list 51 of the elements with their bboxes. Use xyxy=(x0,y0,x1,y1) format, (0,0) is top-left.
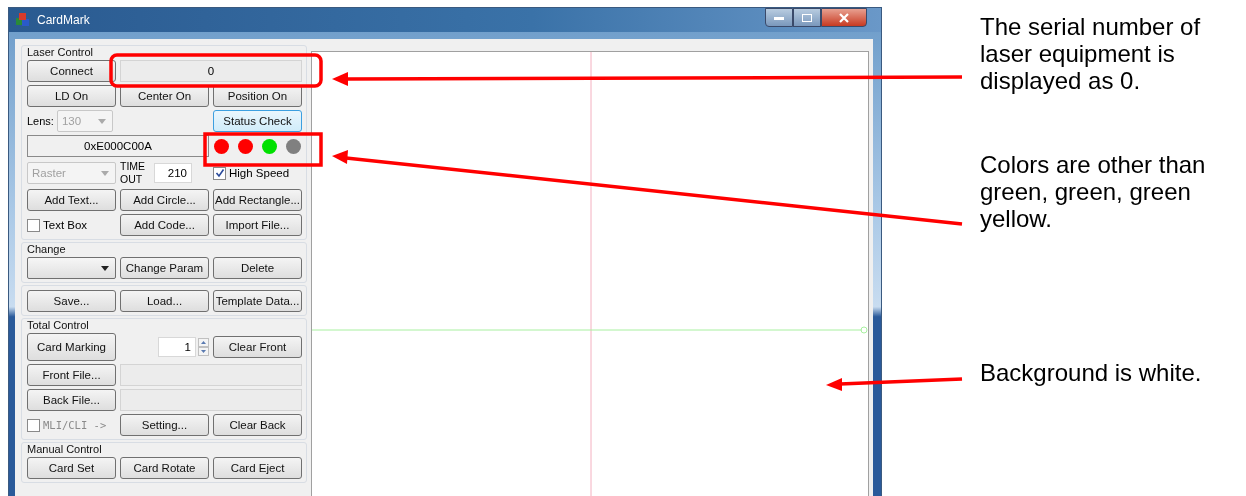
add-button[interactable]: Add Rectangle... xyxy=(213,189,302,211)
file-button[interactable]: Template Data... xyxy=(213,290,302,312)
setting-button[interactable]: Setting... xyxy=(120,414,209,436)
object-dropdown[interactable] xyxy=(27,257,116,279)
text-box-checkbox[interactable]: Text Box xyxy=(27,218,116,232)
maximize-button[interactable] xyxy=(793,8,821,27)
add-button[interactable]: Add Text... xyxy=(27,189,116,211)
close-button[interactable] xyxy=(821,8,867,27)
group-title: Change xyxy=(26,243,67,255)
lens-label: Lens: xyxy=(27,115,54,127)
connect-button[interactable]: Connect xyxy=(27,60,116,82)
serial-number-field: 0 xyxy=(120,60,302,82)
caret-icon xyxy=(101,265,109,271)
clear-back-button[interactable]: Clear Back xyxy=(213,414,302,436)
close-icon xyxy=(838,12,850,23)
cubes-icon xyxy=(15,12,31,28)
caret-icon xyxy=(101,170,109,176)
caret-icon xyxy=(97,118,106,124)
add-code-button[interactable]: Add Code... xyxy=(120,214,209,236)
file-button[interactable]: Load... xyxy=(120,290,209,312)
spin-down-icon[interactable] xyxy=(198,347,209,356)
back-file-button[interactable]: Back File... xyxy=(27,389,116,411)
change-button[interactable]: Delete xyxy=(213,257,302,279)
clear-front-button[interactable]: Clear Front xyxy=(213,336,302,358)
card-marking-button[interactable]: Card Marking xyxy=(27,333,116,361)
annotation-text: The serial number of laser equipment is displayed as 0. xyxy=(980,13,1202,94)
timeout-input[interactable]: 210 xyxy=(154,163,192,183)
timeout-label: TIME OUT xyxy=(120,160,147,186)
manual-button[interactable]: Card Set xyxy=(27,457,116,479)
front-file-button[interactable]: Front File... xyxy=(27,364,116,386)
import-file-button[interactable]: Import File... xyxy=(213,214,302,236)
maximize-icon xyxy=(801,12,813,23)
window-title: CardMark xyxy=(37,13,90,27)
manual-button[interactable]: Card Eject xyxy=(213,457,302,479)
file-button[interactable]: Save... xyxy=(27,290,116,312)
annotation-text: Colors are other than green, green, green yellow. xyxy=(980,151,1207,232)
count-input[interactable]: 1 xyxy=(158,337,196,357)
status-check-button[interactable]: Status Check xyxy=(213,110,302,132)
high-speed-checkbox[interactable]: High Speed xyxy=(213,166,302,180)
group-title: Laser Control xyxy=(26,46,95,58)
check-icon xyxy=(214,168,225,178)
manual-button[interactable]: Card Rotate xyxy=(120,457,209,479)
group-title: Manual Control xyxy=(26,443,103,455)
laser-button[interactable]: LD On xyxy=(27,85,116,107)
minimize-button[interactable] xyxy=(765,8,793,27)
group-title: Total Control xyxy=(26,319,90,331)
annotation-text: Background is white. xyxy=(980,359,1203,386)
status-code-field: 0xE000C00A xyxy=(27,135,209,157)
add-button[interactable]: Add Circle... xyxy=(120,189,209,211)
spin-up-icon[interactable] xyxy=(198,338,209,347)
change-button[interactable]: Change Param xyxy=(120,257,209,279)
